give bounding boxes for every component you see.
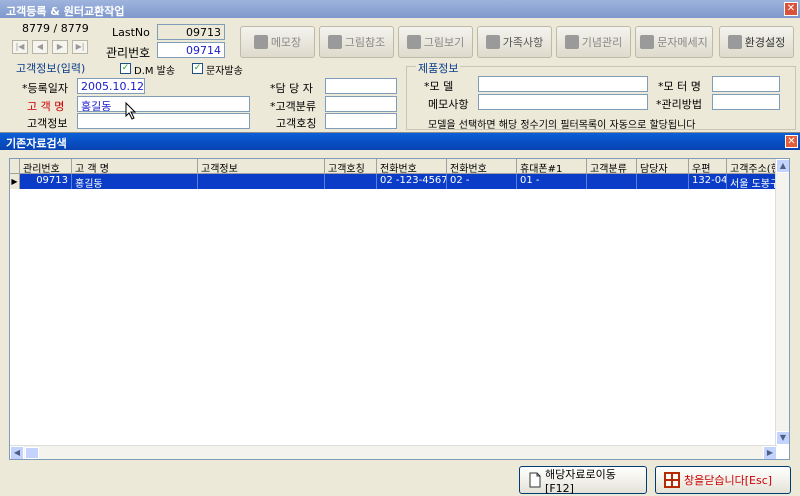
category-label: *고객분류 — [270, 100, 316, 113]
mgmt-number-label: 관리번호 — [106, 46, 151, 60]
table-row-cell-manager[interactable] — [637, 174, 689, 189]
vertical-scrollbar[interactable]: ▲ ▼ — [775, 159, 789, 445]
col-header-phone1[interactable]: 전화번호 — [377, 159, 447, 174]
sms-checkbox[interactable]: ✓ — [192, 63, 203, 74]
memo-icon — [253, 35, 268, 49]
motor-label: *모 터 명 — [658, 80, 701, 93]
info-field[interactable] — [77, 113, 250, 129]
method-label: *관리방법 — [656, 98, 702, 111]
col-header-category[interactable]: 고객분류 — [587, 159, 637, 174]
col-header-mobile[interactable]: 휴대폰#1 — [517, 159, 587, 174]
lastno-label: LastNo — [112, 26, 150, 39]
model-field[interactable] — [478, 76, 648, 92]
horizontal-scrollbar[interactable]: ◀ ▶ — [10, 445, 777, 459]
col-header-info[interactable]: 고객정보 — [198, 159, 325, 174]
product-group-label: 제품정보 — [416, 60, 461, 76]
col-header-mgmt-no[interactable]: 관리번호 — [20, 159, 72, 174]
category-field[interactable] — [325, 96, 397, 112]
table-row-cell-address[interactable]: 서울 도봉구 — [727, 174, 777, 189]
regdate-field[interactable]: 2005.10.12 — [77, 78, 145, 94]
toolbar-memo-button[interactable]: 메모장 — [240, 26, 315, 58]
col-header-address[interactable]: 고객주소(현 — [727, 159, 777, 174]
model-label: *모 델 — [424, 80, 454, 93]
message-icon — [640, 35, 655, 49]
record-counter: 8779 / 8779 — [22, 22, 89, 35]
picture-view-icon — [406, 35, 421, 49]
table-row-cell-info[interactable] — [198, 174, 325, 189]
row-indicator-icon: ▶ — [10, 174, 20, 189]
nav-prev-button[interactable]: ◀ — [32, 40, 48, 54]
col-header-manager[interactable]: 담당자 — [637, 159, 689, 174]
motor-field[interactable] — [712, 76, 780, 92]
family-icon — [485, 35, 500, 49]
table-row-cell-mgmt-no[interactable]: 09713 — [20, 174, 72, 189]
table-row-cell-category[interactable] — [587, 174, 637, 189]
manager-field[interactable] — [325, 78, 397, 94]
results-grid[interactable]: 관리번호 고 객 명 고객정보 고객호칭 전화번호 전화번호 휴대폰#1 고객분… — [9, 158, 790, 460]
mgmt-number-field[interactable]: 09714 — [157, 42, 225, 58]
dm-label: D.M 발송 — [134, 66, 176, 77]
toolbar-anniversary-button[interactable]: 기념관리 — [556, 26, 631, 58]
toolbar-family-button[interactable]: 가족사항 — [477, 26, 552, 58]
sms-label: 문자발송 — [206, 66, 243, 77]
col-header-title[interactable]: 고객호칭 — [325, 159, 377, 174]
memo-field[interactable] — [478, 94, 648, 110]
memo-label: 메모사항 — [428, 98, 469, 111]
info-label: 고객정보 — [27, 117, 68, 130]
col-header-name[interactable]: 고 객 명 — [72, 159, 198, 174]
scroll-thumb[interactable] — [25, 447, 39, 459]
dialog-titlebar: 기존자료검색 ✕ — [0, 133, 800, 150]
window-grid-icon — [664, 472, 680, 488]
toolbar-settings-button[interactable]: 환경설정 — [719, 26, 794, 58]
toolbar-picture-view-button[interactable]: 그림보기 — [398, 26, 473, 58]
name-label: 고 객 명 — [27, 100, 65, 113]
window-close-button[interactable]: ✕ — [784, 2, 798, 16]
document-icon — [529, 472, 541, 488]
scroll-right-icon[interactable]: ▶ — [763, 446, 777, 459]
toolbar-picture-ref-button[interactable]: 그림참조 — [319, 26, 394, 58]
customer-form: 8779 / 8779 |◀ ◀ ▶ ▶| LastNo 09713 관리번호 … — [0, 18, 800, 132]
col-header-phone2[interactable]: 전화번호 — [447, 159, 517, 174]
lastno-value: 09713 — [157, 24, 225, 40]
regdate-label: *등록일자 — [22, 82, 68, 95]
grid-corner — [10, 159, 20, 174]
customer-group-label: 고객정보(입력) — [16, 62, 86, 75]
table-row-cell-phone1[interactable]: 02 -123-4567 — [377, 174, 447, 189]
table-row-cell-title[interactable] — [325, 174, 377, 189]
window-titlebar: 고객등록 & 원터교환작업 ✕ — [0, 0, 800, 18]
close-dialog-button[interactable]: 창을닫습니다[Esc] — [655, 466, 791, 494]
anniversary-icon — [564, 35, 579, 49]
table-row-cell-phone2[interactable]: 02 - — [447, 174, 517, 189]
dialog-close-button[interactable]: ✕ — [785, 135, 798, 148]
nav-first-button[interactable]: |◀ — [12, 40, 28, 54]
settings-icon — [727, 35, 742, 49]
nav-next-button[interactable]: ▶ — [52, 40, 68, 54]
method-field[interactable] — [712, 94, 780, 110]
title-field[interactable] — [325, 113, 397, 129]
title-label: 고객호칭 — [276, 117, 317, 130]
manager-label: *담 당 자 — [270, 82, 313, 95]
scroll-down-icon[interactable]: ▼ — [776, 431, 789, 445]
dialog-title: 기존자료검색 — [6, 137, 67, 150]
col-header-postal[interactable]: 우편 — [689, 159, 727, 174]
table-row-cell-name[interactable]: 홍길동 — [72, 174, 198, 189]
picture-ref-icon — [327, 35, 342, 49]
window-title: 고객등록 & 원터교환작업 — [6, 5, 125, 18]
mouse-cursor-icon — [125, 102, 137, 120]
search-dialog: 기존자료검색 ✕ 관리번호 고 객 명 고객정보 고객호칭 전화번호 전화번호 … — [0, 132, 800, 496]
table-row-cell-postal[interactable]: 132-042 — [689, 174, 727, 189]
goto-record-button[interactable]: 해당자료로이동[F12] — [519, 466, 647, 495]
dm-checkbox[interactable]: ✓ — [120, 63, 131, 74]
scroll-up-icon[interactable]: ▲ — [776, 159, 789, 173]
toolbar-message-button[interactable]: 문자메세지 — [635, 26, 713, 58]
product-note: 모델을 선택하면 해당 정수기의 필터목록이 자동으로 할당됩니다 — [428, 120, 696, 131]
table-row-cell-mobile[interactable]: 01 - — [517, 174, 587, 189]
nav-last-button[interactable]: ▶| — [72, 40, 88, 54]
scroll-left-icon[interactable]: ◀ — [10, 446, 24, 459]
name-field[interactable]: 홍길동 — [77, 96, 250, 112]
